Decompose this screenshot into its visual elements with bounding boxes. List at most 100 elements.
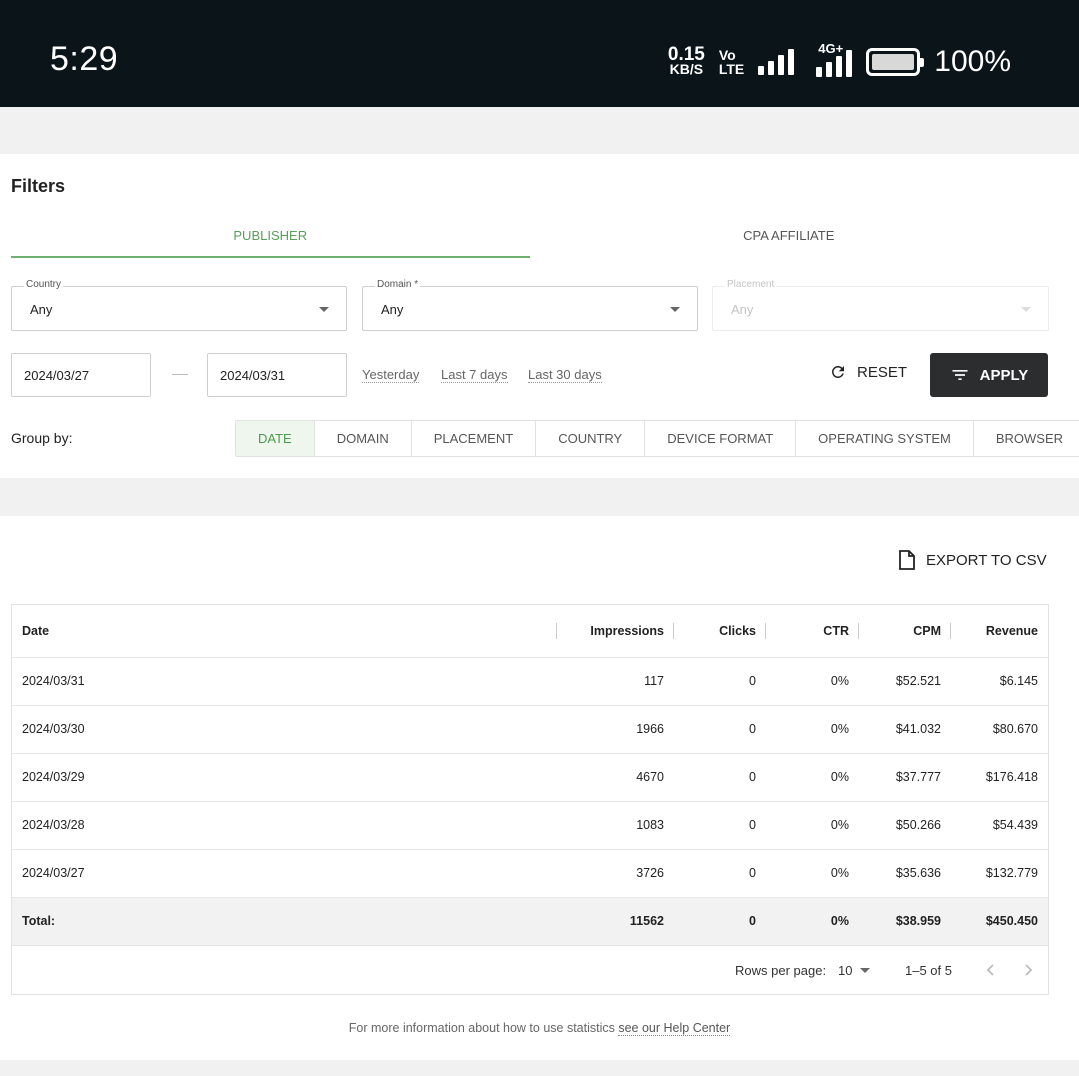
- file-icon: [899, 550, 915, 570]
- cell-impressions: 1966: [557, 704, 674, 753]
- total-clicks: 0: [674, 896, 766, 945]
- cell-ctr: 0%: [766, 752, 859, 801]
- next-page-button[interactable]: [1016, 958, 1040, 982]
- table-row: 2024/03/28 1083 0 0% $50.266 $54.439: [12, 800, 1048, 849]
- group-by-placement[interactable]: PLACEMENT: [412, 421, 537, 456]
- rows-per-page-value: 10: [838, 963, 853, 978]
- cell-ctr: 0%: [766, 848, 859, 897]
- column-header-cpm[interactable]: CPM: [859, 605, 951, 657]
- filter-tabs: PUBLISHER CPA AFFILIATE: [11, 218, 1048, 258]
- date-to-input[interactable]: 2024/03/31: [207, 353, 347, 397]
- group-by-device-format[interactable]: DEVICE FORMAT: [645, 421, 797, 456]
- table-pagination: Rows per page: 10 1–5 of 5: [12, 945, 1048, 994]
- statistics-table: Date Impressions Clicks CTR CPM Revenue …: [11, 604, 1049, 995]
- battery-percent: 100%: [934, 45, 1011, 78]
- cell-clicks: 0: [674, 848, 766, 897]
- chevron-down-icon: [319, 307, 329, 312]
- export-csv-label: EXPORT TO CSV: [926, 551, 1047, 569]
- cell-date: 2024/03/31: [12, 656, 557, 705]
- cell-impressions: 4670: [557, 752, 674, 801]
- placement-label: Placement: [725, 279, 777, 290]
- column-header-ctr[interactable]: CTR: [766, 605, 859, 657]
- date-from-input[interactable]: 2024/03/27: [11, 353, 151, 397]
- apply-button[interactable]: APPLY: [930, 353, 1048, 397]
- domain-label: Domain *: [375, 279, 421, 290]
- domain-value: Any: [381, 302, 404, 317]
- filters-panel: Filters PUBLISHER CPA AFFILIATE Country …: [0, 154, 1079, 478]
- cell-clicks: 0: [674, 656, 766, 705]
- reset-button[interactable]: RESET: [829, 363, 907, 381]
- group-by-browser[interactable]: BROWSER: [974, 421, 1079, 456]
- network-speed-unit: KB/S: [669, 61, 704, 77]
- cell-cpm: $37.777: [859, 752, 951, 801]
- cell-date: 2024/03/27: [12, 848, 557, 897]
- chevron-down-icon: [670, 307, 680, 312]
- cell-revenue: $80.670: [951, 704, 1048, 753]
- country-select[interactable]: Country Any: [11, 279, 347, 331]
- volte-top: Vo: [718, 47, 736, 63]
- table-row: 2024/03/30 1966 0 0% $41.032 $80.670: [12, 704, 1048, 753]
- battery-icon: [866, 48, 925, 76]
- total-ctr: 0%: [766, 896, 859, 945]
- reset-label: RESET: [857, 363, 908, 381]
- cell-clicks: 0: [674, 752, 766, 801]
- column-header-revenue[interactable]: Revenue: [951, 605, 1048, 657]
- group-by-country[interactable]: COUNTRY: [536, 421, 646, 456]
- column-header-date[interactable]: Date: [12, 605, 557, 657]
- column-header-impressions[interactable]: Impressions: [557, 605, 674, 657]
- table-header-row: Date Impressions Clicks CTR CPM Revenue: [12, 605, 1048, 657]
- previous-page-button[interactable]: [979, 958, 1003, 982]
- clock: 5:29: [50, 40, 119, 78]
- volte-icon: Vo LTE: [719, 48, 744, 76]
- domain-select[interactable]: Domain * Any: [362, 279, 698, 331]
- signal-icon: [758, 49, 795, 75]
- cell-ctr: 0%: [766, 800, 859, 849]
- cell-date: 2024/03/29: [12, 752, 557, 801]
- chevron-left-icon: [986, 964, 994, 976]
- cell-clicks: 0: [674, 704, 766, 753]
- chevron-right-icon: [1025, 964, 1033, 976]
- table-row: 2024/03/29 4670 0 0% $37.777 $176.418: [12, 752, 1048, 801]
- cell-impressions: 1083: [557, 800, 674, 849]
- quick-range-last-7-days[interactable]: Last 7 days: [441, 367, 508, 383]
- filters-title: Filters: [11, 176, 66, 196]
- total-impressions: 11562: [557, 896, 674, 945]
- export-csv-button[interactable]: EXPORT TO CSV: [898, 550, 1047, 570]
- group-by-date[interactable]: DATE: [236, 421, 315, 456]
- filter-icon: [952, 370, 968, 380]
- pagination-range: 1–5 of 5: [905, 963, 952, 978]
- cell-revenue: $132.779: [951, 848, 1048, 897]
- network-speed: 0.15 KB/S: [667, 44, 705, 77]
- cell-cpm: $52.521: [859, 656, 951, 705]
- cell-cpm: $41.032: [859, 704, 951, 753]
- cell-cpm: $50.266: [859, 800, 951, 849]
- group-by-label: Group by:: [11, 430, 73, 446]
- table-row: 2024/03/31 117 0 0% $52.521 $6.145: [12, 656, 1048, 705]
- total-label: Total:: [12, 896, 557, 945]
- total-cpm: $38.959: [859, 896, 951, 945]
- status-icons: 0.15 KB/S Vo LTE 4G+ 100%: [667, 41, 1011, 80]
- chevron-down-icon: [1021, 307, 1031, 312]
- help-text: For more information about how to use st…: [0, 1021, 1079, 1036]
- cell-revenue: $54.439: [951, 800, 1048, 849]
- rows-per-page-select[interactable]: 10: [838, 963, 871, 978]
- help-center-link[interactable]: see our Help Center: [618, 1021, 731, 1036]
- cell-impressions: 3726: [557, 848, 674, 897]
- quick-range-yesterday[interactable]: Yesterday: [362, 367, 420, 383]
- network-speed-value: 0.15: [667, 44, 705, 65]
- quick-range-last-30-days[interactable]: Last 30 days: [528, 367, 602, 383]
- cell-date: 2024/03/28: [12, 800, 557, 849]
- cell-clicks: 0: [674, 800, 766, 849]
- total-revenue: $450.450: [951, 896, 1048, 945]
- volte-bottom: LTE: [718, 61, 745, 77]
- group-by-operating-system[interactable]: OPERATING SYSTEM: [796, 421, 974, 456]
- cell-revenue: $6.145: [951, 656, 1048, 705]
- cell-ctr: 0%: [766, 704, 859, 753]
- chevron-down-icon: [860, 968, 871, 973]
- country-label: Country: [24, 279, 64, 290]
- placement-select: Placement Any: [712, 279, 1049, 331]
- column-header-clicks[interactable]: Clicks: [674, 605, 766, 657]
- tab-publisher[interactable]: PUBLISHER: [11, 218, 530, 258]
- tab-cpa-affiliate[interactable]: CPA AFFILIATE: [530, 218, 1049, 258]
- group-by-domain[interactable]: DOMAIN: [315, 421, 412, 456]
